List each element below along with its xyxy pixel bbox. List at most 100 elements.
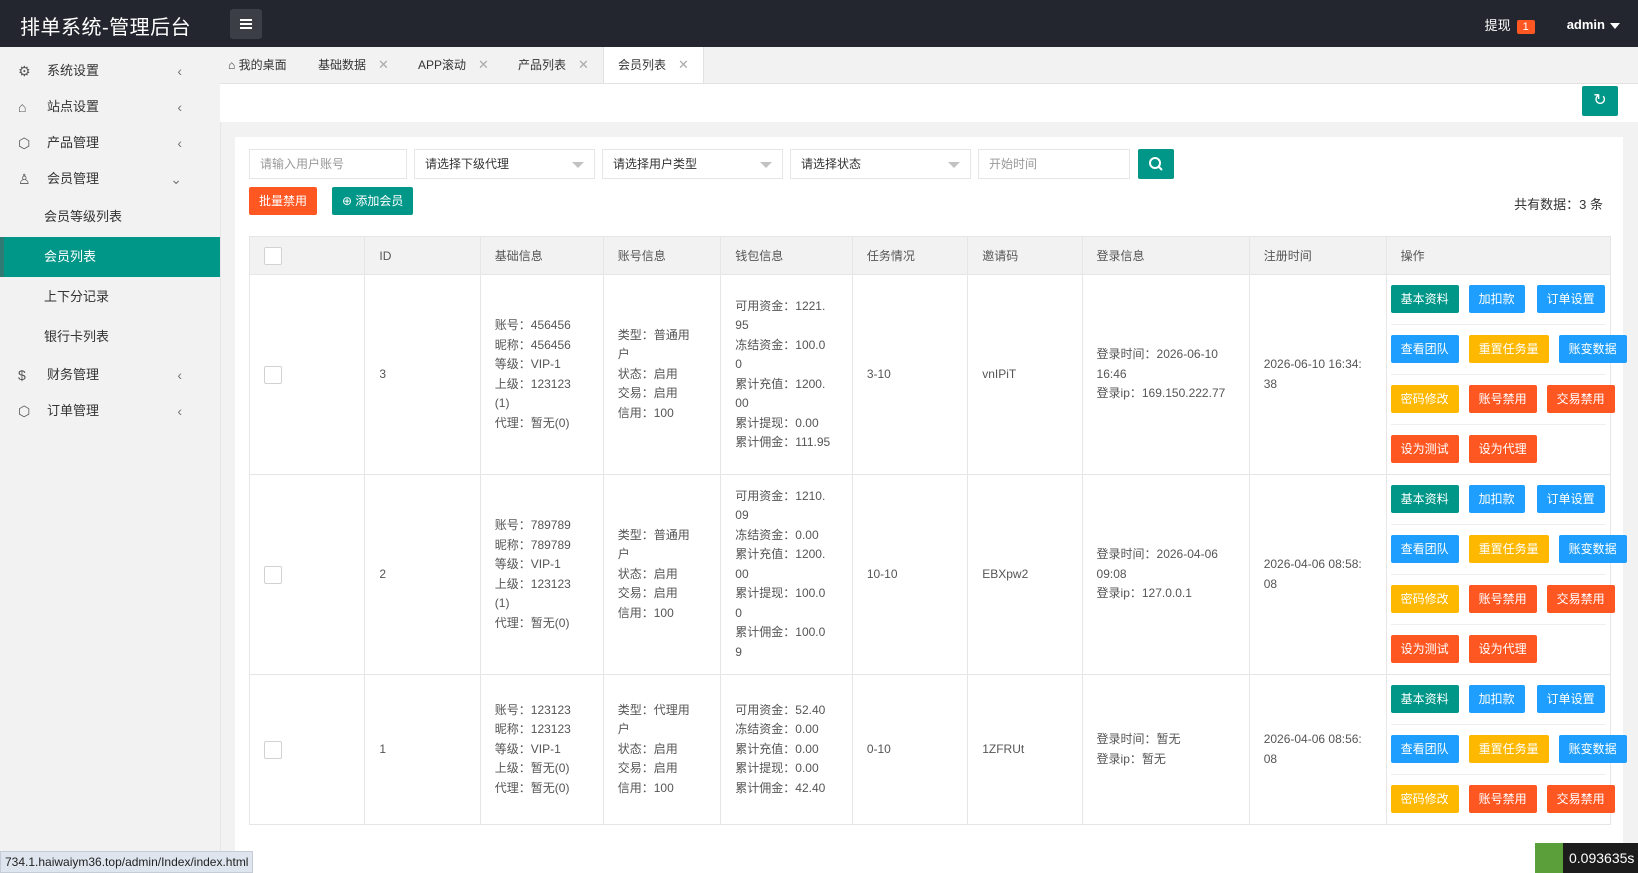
sidebar-item-label: 产品管理 (47, 135, 100, 150)
basic-info-line: 昵称：123123 (494, 722, 571, 737)
reset-button[interactable]: 重置任务量 (1468, 735, 1549, 763)
set-test-button[interactable]: 设为测试 (1390, 635, 1459, 663)
basic-info-line: 代理：暂无(0) (494, 415, 570, 430)
batch-disable-button[interactable]: 批量禁用 (249, 187, 318, 215)
page-timer: 0.093635s (1535, 843, 1638, 873)
refresh-button[interactable]: ↻ (1582, 86, 1618, 116)
close-icon[interactable]: ✕ (478, 57, 489, 72)
wallet-info-cell: 可用资金：1221. 95 冻结资金：100.0 0 累计充值：1200. 00 累计提现：… (720, 274, 853, 475)
close-icon[interactable]: ✕ (378, 57, 389, 72)
account-input[interactable]: 请输入用户账号 (249, 149, 407, 179)
order-button[interactable]: 订单设置 (1536, 285, 1605, 313)
search-button[interactable] (1138, 149, 1174, 179)
order-button[interactable]: 订单设置 (1536, 685, 1605, 713)
ledger-button[interactable]: 账变数据 (1558, 735, 1627, 763)
tab-product-list[interactable]: 产品列表 ✕ (518, 47, 589, 83)
basic-info-line: 账号：456456 (494, 318, 571, 332)
agent-select[interactable]: 请选择下级代理 (414, 149, 595, 179)
balance-button[interactable]: 加扣款 (1468, 285, 1525, 313)
ban-trade-button[interactable]: 交易禁用 (1546, 785, 1615, 813)
pwd-button[interactable]: 密码修改 (1390, 385, 1459, 413)
basic-button[interactable]: 基本资料 (1390, 485, 1459, 513)
ban-account-button[interactable]: 账号禁用 (1468, 585, 1537, 613)
user-name: admin (1566, 17, 1605, 32)
task-cell: 0-10 (851, 674, 969, 825)
op-line: 基本资料 加扣款 订单设置 (1390, 275, 1606, 325)
sidebar-item-bank-cards[interactable]: 银行卡列表 (0, 317, 220, 357)
row-checkbox[interactable] (264, 565, 282, 584)
select-all-checkbox[interactable] (264, 246, 282, 265)
set-test-button[interactable]: 设为测试 (1390, 435, 1459, 463)
sidebar-item-product-management[interactable]: ⬡ 产品管理 ‹ (0, 125, 220, 161)
row-checkbox[interactable] (264, 365, 282, 384)
sidebar-item-member-management[interactable]: ♙ 会员管理 ⌄ (0, 161, 220, 197)
id-cell: 1 (364, 674, 481, 825)
close-icon[interactable]: ✕ (678, 57, 689, 72)
ledger-button[interactable]: 账变数据 (1558, 335, 1627, 363)
task-cell: 10-10 (851, 474, 969, 675)
sidebar-item-member-level-list[interactable]: 会员等级列表 (0, 197, 220, 237)
add-member-button[interactable]: ⊕ 添加会员 (332, 187, 414, 215)
wallet-info-line: 09 (735, 508, 749, 523)
sidebar-item-finance-management[interactable]: $ 财务管理 ‹ (0, 357, 220, 393)
tab-my-desktop[interactable]: ⌂ 我的桌面 (228, 47, 287, 83)
tab-app-scroll[interactable]: APP滚动 ✕ (418, 47, 489, 83)
team-button[interactable]: 查看团队 (1390, 335, 1459, 363)
basic-button[interactable]: 基本资料 (1390, 685, 1459, 713)
balance-button[interactable]: 加扣款 (1468, 685, 1525, 713)
ban-trade-button[interactable]: 交易禁用 (1546, 385, 1615, 413)
withdraw-link[interactable]: 提现 1 (1485, 15, 1535, 34)
ban-trade-button[interactable]: 交易禁用 (1546, 585, 1615, 613)
ban-account-button[interactable]: 账号禁用 (1468, 785, 1537, 813)
reset-button[interactable]: 重置任务量 (1468, 535, 1549, 563)
wallet-info-line: 累计提现：0.00 (735, 761, 819, 776)
sidebar-item-site-settings[interactable]: ⌂ 站点设置 ‹ (0, 89, 220, 125)
basic-info-line: 上级：123123 (494, 576, 571, 591)
account-info-line: 户 (617, 347, 630, 362)
wallet-info-line: 00 (735, 566, 749, 581)
ban-account-button[interactable]: 账号禁用 (1468, 385, 1537, 413)
basic-button[interactable]: 基本资料 (1390, 285, 1459, 313)
op-line: 设为测试 设为代理 (1390, 625, 1606, 674)
set-agent-button[interactable]: 设为代理 (1468, 435, 1537, 463)
team-button[interactable]: 查看团队 (1390, 535, 1459, 563)
order-button[interactable]: 订单设置 (1536, 485, 1605, 513)
basic-info-line: 代理：暂无(0) (494, 615, 570, 630)
sidebar-item-score-records[interactable]: 上下分记录 (0, 277, 220, 317)
basic-info-cell: 账号：789789 昵称：789789 等级：VIP-1 上级：123123 (1) 代理… (479, 474, 604, 675)
status-select[interactable]: 请选择状态 (790, 149, 971, 179)
user-type-select[interactable]: 请选择用户类型 (602, 149, 783, 179)
table-header-row: ID 基础信息 账号信息 钱包信息 任务情况 邀请码 登录信息 注册时间 操作 (248, 236, 1612, 275)
set-agent-button[interactable]: 设为代理 (1468, 635, 1537, 663)
basic-info-line: 等级：VIP-1 (494, 557, 561, 571)
team-button[interactable]: 查看团队 (1390, 735, 1459, 763)
tab-basic-data[interactable]: 基础数据 ✕ (318, 47, 389, 83)
chevron-down-icon: ⌄ (170, 171, 182, 187)
login-info-cell: 登录时间：2026-06-10 16:46 登录ip：169.150.222.77 (1081, 274, 1250, 475)
pwd-button[interactable]: 密码修改 (1390, 585, 1459, 613)
wallet-info-line: 累计充值：1200. (735, 376, 826, 391)
sidebar-item-system-settings[interactable]: ⚙ 系统设置 ‹ (0, 53, 220, 89)
ledger-button[interactable]: 账变数据 (1558, 535, 1627, 563)
pwd-button[interactable]: 密码修改 (1390, 785, 1459, 813)
reset-button[interactable]: 重置任务量 (1468, 335, 1549, 363)
row-checkbox[interactable] (264, 740, 282, 759)
account-info-cell: 类型：普通用户状态：启用 交易：启用 信用：100 (602, 274, 722, 475)
login-info-line: 登录时间：暂无 (1096, 732, 1181, 746)
close-icon[interactable]: ✕ (578, 57, 589, 72)
tab-label: 基础数据 (318, 58, 367, 72)
user-menu[interactable]: admin (1567, 17, 1620, 32)
wallet-info-line: 可用资金：1210. (735, 488, 826, 503)
register-time-line: 2026-04-06 08:56: (1263, 732, 1362, 746)
balance-button[interactable]: 加扣款 (1468, 485, 1525, 513)
op-line: 查看团队 重置任务量 账变数据 (1390, 525, 1627, 575)
tab-member-list[interactable]: 会员列表 ✕ (603, 47, 704, 83)
sidebar-item-member-list[interactable]: 会员列表 (0, 237, 220, 277)
wallet-info-line: 累计提现：0.00 (735, 415, 819, 430)
menu-toggle-button[interactable] (230, 9, 262, 39)
app-title: 排单系统-管理后台 (20, 17, 192, 39)
start-time-input[interactable]: 开始时间 (978, 149, 1130, 179)
wallet-info-line: 0 (735, 605, 742, 620)
account-info-line: 信用：100 (617, 780, 674, 795)
sidebar-item-order-management[interactable]: ⬡ 订单管理 ‹ (0, 393, 220, 429)
